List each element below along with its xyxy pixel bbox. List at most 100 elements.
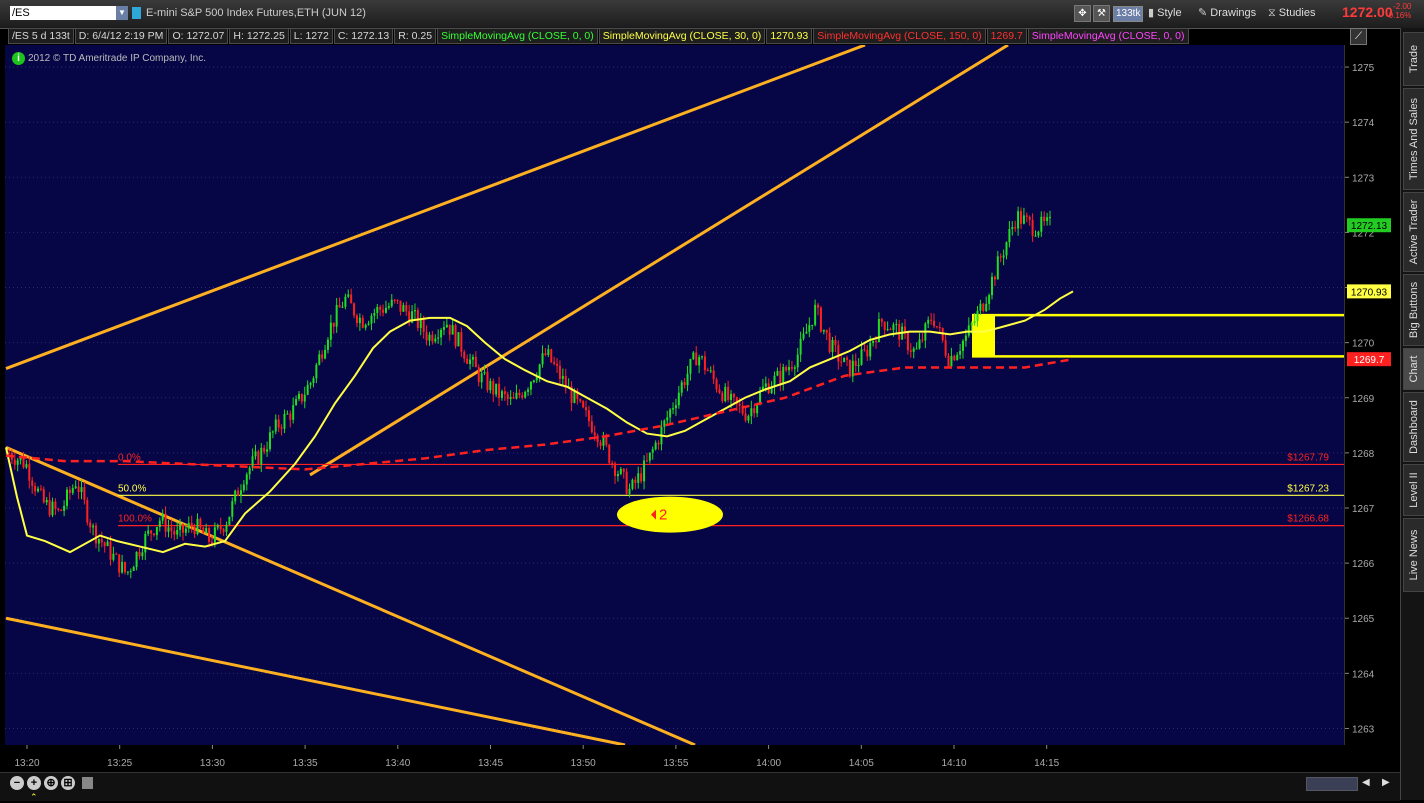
style-button[interactable]: ▮ Style xyxy=(1148,5,1182,22)
candle-body xyxy=(921,339,924,341)
info-icon[interactable]: i xyxy=(12,52,25,65)
candle-body xyxy=(747,416,750,421)
trend-icon: ⟋ xyxy=(1350,28,1367,45)
scroll-start-button[interactable] xyxy=(82,777,93,789)
zoom-out-button[interactable]: − xyxy=(10,776,24,790)
candle-body xyxy=(811,324,814,326)
candle-body xyxy=(60,509,63,511)
candle-body xyxy=(764,383,767,387)
candle-body xyxy=(25,464,28,468)
side-tab-dashboard[interactable]: Dashboard xyxy=(1403,392,1424,462)
candle-body xyxy=(1046,217,1049,222)
side-tab-chart[interactable]: Chart xyxy=(1403,348,1424,390)
candle-body xyxy=(964,335,967,341)
tick-aggregation-button[interactable]: 133tk xyxy=(1113,5,1144,22)
price-chart[interactable]: 0.0% $1267.79 50.0% $1267.23 100.0% $1266.68 2 xyxy=(5,45,1344,745)
drawings-button[interactable]: ✎ Drawings xyxy=(1198,5,1256,22)
price-tick-label: 1267 xyxy=(1352,504,1375,515)
candle-body xyxy=(880,319,883,322)
chart-canvas[interactable]: 0.0% $1267.7950.0% $1267.23100.0% $1266.682 xyxy=(5,45,1344,745)
trendline[interactable] xyxy=(5,445,696,745)
candle-body xyxy=(561,375,564,379)
drawings-label: Drawings xyxy=(1210,7,1257,19)
price-axis[interactable]: 1263126412651266126712681269127012711272… xyxy=(1344,45,1395,745)
candle-body xyxy=(782,367,785,385)
candle-body xyxy=(883,321,886,330)
candle-body xyxy=(141,552,144,557)
side-tab-active-trader[interactable]: Active Trader xyxy=(1403,192,1424,272)
candle-body xyxy=(645,460,648,462)
symbol-dropdown-button[interactable]: ▼ xyxy=(116,6,128,20)
candle-body xyxy=(828,332,831,353)
candle-body xyxy=(480,373,483,383)
candle-body xyxy=(442,327,445,330)
candle-body xyxy=(1008,228,1011,243)
candle-body xyxy=(483,372,486,374)
side-tab-live-news[interactable]: Live News xyxy=(1403,518,1424,592)
candle-body xyxy=(703,356,706,371)
candle-body xyxy=(36,488,39,492)
candle-body xyxy=(701,356,704,358)
candle-body xyxy=(63,505,66,511)
candle-body xyxy=(390,299,393,307)
candle-body xyxy=(750,408,753,417)
study-info-bar: /ES 5 d 133t D: 6/4/12 2:19 PM O: 1272.07 H… xyxy=(8,28,1348,44)
side-tab-trade[interactable]: Trade xyxy=(1403,32,1424,86)
candle-body xyxy=(689,359,692,374)
candle-body xyxy=(538,364,541,378)
zoom-out-icon: − xyxy=(13,777,21,789)
candle-body xyxy=(445,324,448,328)
candle-body xyxy=(628,488,631,494)
studies-button[interactable]: ⧖ Studies xyxy=(1268,5,1316,22)
price-tick-label: 1275 xyxy=(1352,63,1375,74)
candle-body xyxy=(292,405,295,420)
time-axis[interactable]: 13:20 13:25 13:30 13:35 13:40 13:45 13:50 13:55… xyxy=(5,745,1344,775)
horizontal-scrollbar-thumb[interactable] xyxy=(1306,777,1358,791)
price-tick-label: 1263 xyxy=(1352,724,1375,735)
chart-sync-button[interactable]: ⟋ xyxy=(1350,28,1367,45)
net-change: -2.00 xyxy=(1393,2,1412,11)
candle-body xyxy=(399,300,402,312)
candle-body xyxy=(834,339,837,346)
trendline[interactable] xyxy=(309,45,1009,477)
candle-body xyxy=(799,338,802,355)
candle-body xyxy=(234,490,237,502)
crosshair-button[interactable]: ✥ xyxy=(1074,5,1091,22)
trendline[interactable] xyxy=(5,616,626,745)
candle-body xyxy=(790,367,793,369)
candle-body xyxy=(274,419,277,432)
zoom-fit-button[interactable]: ⊕ xyxy=(44,776,58,790)
candle-body xyxy=(297,393,300,400)
candle-body xyxy=(150,530,153,534)
candle-body xyxy=(518,392,521,396)
zoom-box-button[interactable]: ⊞ xyxy=(61,776,75,790)
expand-panel-button[interactable]: ⌃ xyxy=(30,792,38,803)
scroll-right-button[interactable]: ▶ xyxy=(1382,777,1390,788)
side-tab-level-ii[interactable]: Level II xyxy=(1403,464,1424,516)
annotation-ellipse[interactable] xyxy=(617,496,723,533)
trendline[interactable] xyxy=(5,45,866,370)
settings-button[interactable]: ⚒ xyxy=(1093,5,1110,22)
side-tab-times-and-sales[interactable]: Times And Sales xyxy=(1403,88,1424,190)
candle-body xyxy=(677,392,680,406)
candle-body xyxy=(222,529,225,532)
candle-body xyxy=(596,435,599,443)
candle-body xyxy=(347,294,350,297)
symbol-input[interactable]: /ES xyxy=(10,6,116,20)
candle-body xyxy=(556,363,559,366)
fib-level-percent: 100.0% xyxy=(118,514,152,525)
candle-body xyxy=(967,325,970,336)
candle-body xyxy=(674,405,677,409)
candle-body xyxy=(271,431,274,433)
candle-body xyxy=(1037,231,1040,236)
link-color-icon[interactable] xyxy=(132,7,141,19)
zoom-in-button[interactable]: + xyxy=(27,776,41,790)
info-cell: 1269.7 xyxy=(986,28,1027,44)
scroll-left-button[interactable]: ◀ xyxy=(1362,777,1370,788)
candle-body xyxy=(506,394,509,399)
candle-body xyxy=(260,447,263,465)
side-tab-label: Live News xyxy=(1408,529,1420,581)
candle-body xyxy=(321,354,324,359)
candle-body xyxy=(205,527,208,534)
side-tab-big-buttons[interactable]: Big Buttons xyxy=(1403,274,1424,346)
